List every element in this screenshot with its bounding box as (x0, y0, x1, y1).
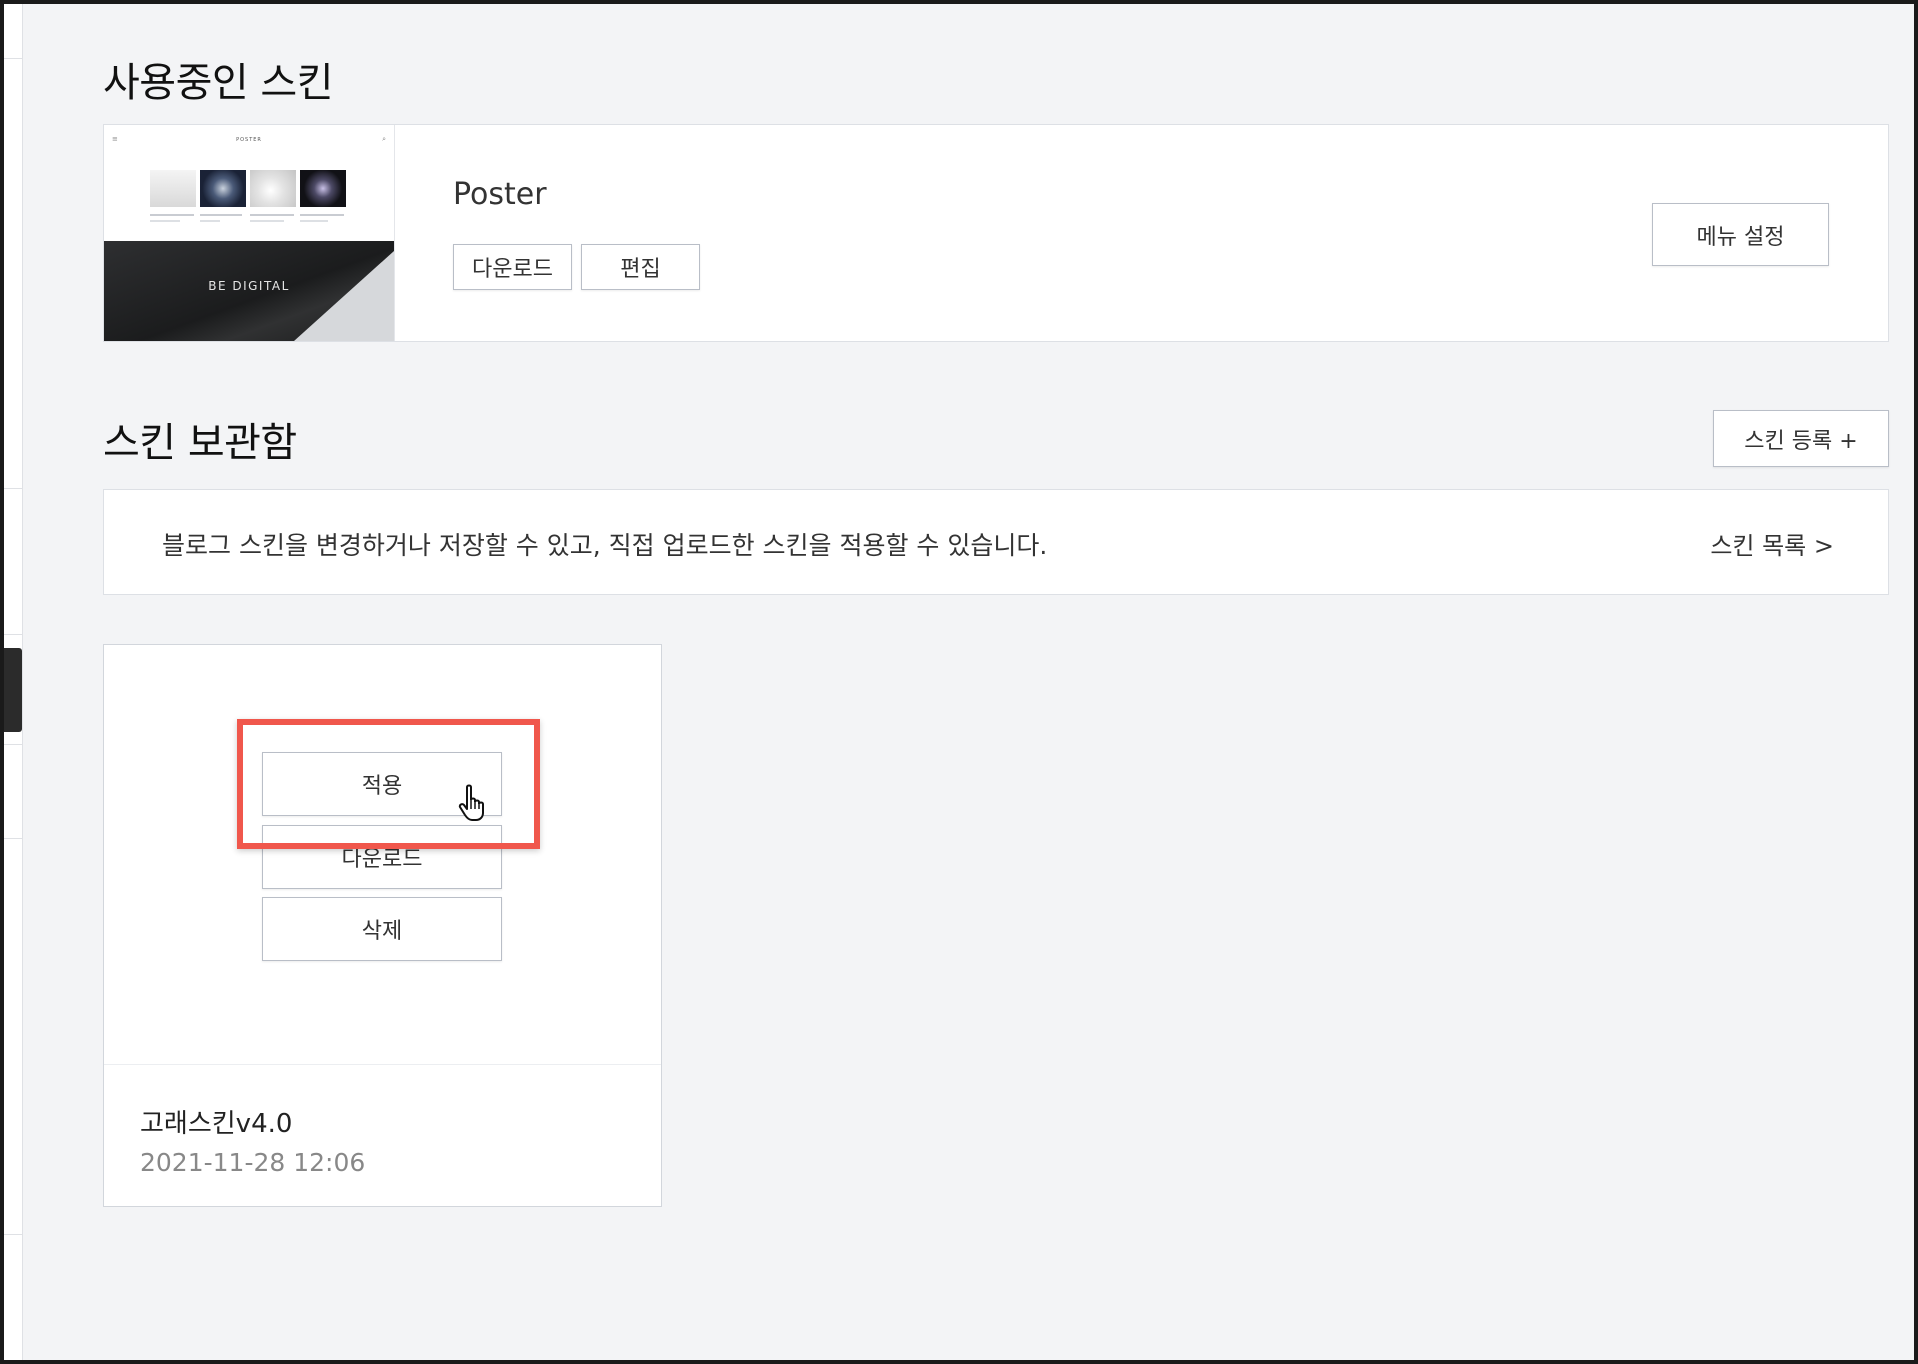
skin-storage-title: 스킨 보관함 (103, 420, 297, 466)
thumbnail-caption-line (200, 220, 220, 222)
thumbnail-caption-line (250, 214, 294, 216)
thumbnail-image (200, 170, 246, 207)
thumbnail-caption-line (150, 214, 194, 216)
sidebar-active-item[interactable] (4, 648, 22, 732)
storage-notice: 블로그 스킨을 변경하거나 저장할 수 있고, 직접 업로드한 스킨을 적용할 … (103, 489, 1889, 595)
skin-card: 적용 다운로드 삭제 고래스킨v4.0 2021-11-28 12:06 (103, 644, 662, 1207)
hand-pointer-icon (458, 784, 484, 821)
skin-card-divider (104, 1064, 661, 1065)
thumbnail-caption-line (300, 220, 328, 222)
sidebar-divider (4, 838, 22, 839)
skin-register-button[interactable]: 스킨 등록 + (1713, 410, 1889, 467)
sidebar-divider (4, 1234, 22, 1235)
delete-button[interactable]: 삭제 (262, 897, 502, 961)
current-skin-card: ≡ POSTER ⌕ BE DIGITAL Poster 다운로드 편집 메뉴 … (103, 124, 1889, 342)
current-skin-name: Poster (453, 177, 547, 212)
thumbnail-caption-line (300, 214, 344, 216)
sidebar-divider (4, 744, 22, 745)
thumbnail-caption-line (150, 220, 180, 222)
thumbnail-banner-text: BE DIGITAL (208, 279, 290, 293)
skin-download-button[interactable]: 다운로드 (262, 825, 502, 889)
menu-settings-button[interactable]: 메뉴 설정 (1652, 203, 1829, 266)
current-edit-button[interactable]: 편집 (581, 244, 700, 290)
thumbnail-search-icon: ⌕ (382, 135, 386, 143)
thumbnail-title: POSTER (236, 137, 262, 143)
current-skin-thumbnail[interactable]: ≡ POSTER ⌕ BE DIGITAL (104, 125, 395, 341)
skin-name: 고래스킨v4.0 (140, 1109, 293, 1139)
sidebar-divider (4, 58, 22, 59)
current-download-button[interactable]: 다운로드 (453, 244, 572, 290)
left-sidebar-strip (4, 4, 23, 1360)
skin-date: 2021-11-28 12:06 (140, 1148, 366, 1177)
sidebar-divider (4, 634, 22, 635)
thumbnail-image (150, 170, 196, 207)
thumbnail-image (250, 170, 296, 207)
skin-list-link[interactable]: 스킨 목록 > (1710, 526, 1834, 561)
current-skin-title: 사용중인 스킨 (103, 60, 334, 106)
thumbnail-caption-line (250, 220, 284, 222)
sidebar-divider (4, 488, 22, 489)
storage-notice-text: 블로그 스킨을 변경하거나 저장할 수 있고, 직접 업로드한 스킨을 적용할 … (162, 531, 1048, 560)
thumbnail-banner-shape (294, 251, 394, 341)
thumbnail-caption-line (200, 214, 242, 216)
thumbnail-image (300, 170, 346, 207)
